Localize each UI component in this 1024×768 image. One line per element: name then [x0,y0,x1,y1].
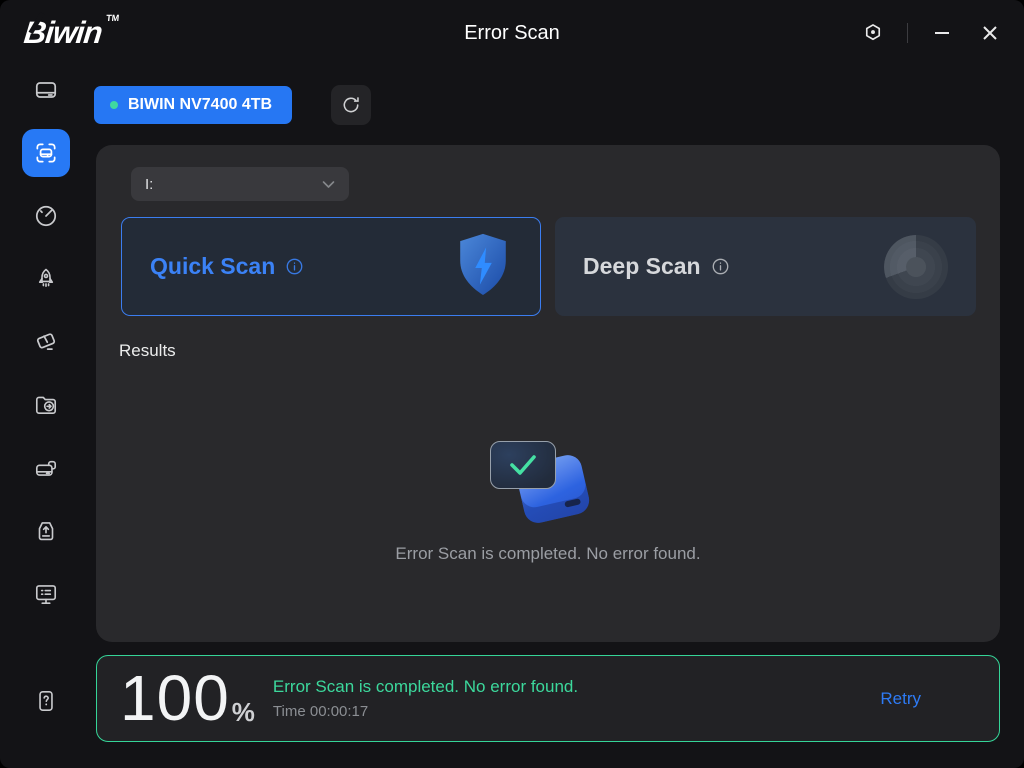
close-button[interactable] [976,19,1004,47]
titlebar: Biwin TM Error Scan [0,0,1024,66]
scan-panel: I: Quick Scan [96,145,1000,642]
help-icon [33,688,59,714]
optimize-rocket-icon [33,266,59,292]
status-text: Error Scan is completed. No error found. [273,677,578,697]
app-window: Biwin TM Error Scan [0,0,1024,768]
sidebar-item-data-migration[interactable] [22,381,70,429]
sidebar-item-benchmark[interactable] [22,192,70,240]
close-icon [982,25,998,41]
sidebar-item-firmware-update[interactable] [22,507,70,555]
percent-sign: % [232,697,255,728]
result-message: Error Scan is completed. No error found. [96,544,1000,564]
progress-percent: 100 % [120,669,255,728]
chevron-down-icon [322,180,335,189]
scan-success-illustration [490,441,606,543]
device-status-dot [110,101,118,109]
quick-scan-card[interactable]: Quick Scan [121,217,541,316]
window-controls [859,0,1004,66]
system-monitor-icon [33,581,59,607]
success-check-badge [490,441,556,489]
percent-value: 100 [120,669,230,728]
drive-select-dropdown[interactable]: I: [131,167,349,201]
radar-scan-icon [884,235,948,299]
shield-lightning-icon [454,231,512,303]
deep-scan-label: Deep Scan [583,253,701,280]
deep-scan-card[interactable]: Deep Scan [555,217,976,316]
drive-select-value: I: [145,176,153,193]
info-icon [711,257,730,276]
sidebar-item-system-info[interactable] [22,570,70,618]
results-label: Results [119,341,176,361]
benchmark-gauge-icon [33,203,59,229]
progress-status: Error Scan is completed. No error found.… [273,677,578,720]
sidebar-item-optimize[interactable] [22,255,70,303]
data-migration-folder-icon [33,392,59,418]
sidebar-item-secure-erase[interactable] [22,318,70,366]
sidebar-item-disk-info[interactable] [22,66,70,114]
disk-clone-icon [33,455,59,481]
device-name: BIWIN NV7400 4TB [128,96,272,114]
quick-scan-label: Quick Scan [150,253,275,280]
drive-led [564,498,581,507]
disk-icon [33,77,59,103]
sidebar [0,66,92,768]
sidebar-item-error-scan[interactable] [22,129,70,177]
settings-button[interactable] [859,19,887,47]
settings-gear-icon [862,22,884,44]
error-scan-icon [33,140,59,166]
titlebar-divider [907,23,908,43]
info-icon [285,257,304,276]
refresh-button[interactable] [331,85,371,125]
refresh-icon [340,94,362,116]
elapsed-time: Time 00:00:17 [273,703,578,720]
minimize-icon [933,24,951,42]
minimize-button[interactable] [928,19,956,47]
sidebar-item-help[interactable] [22,677,70,725]
secure-erase-eraser-icon [33,329,59,355]
progress-bar: 100 % Error Scan is completed. No error … [96,655,1000,742]
sidebar-item-disk-clone[interactable] [22,444,70,492]
checkmark-icon [505,452,541,478]
firmware-upload-icon [33,518,59,544]
retry-button[interactable]: Retry [880,689,921,709]
device-select-button[interactable]: BIWIN NV7400 4TB [94,86,292,124]
